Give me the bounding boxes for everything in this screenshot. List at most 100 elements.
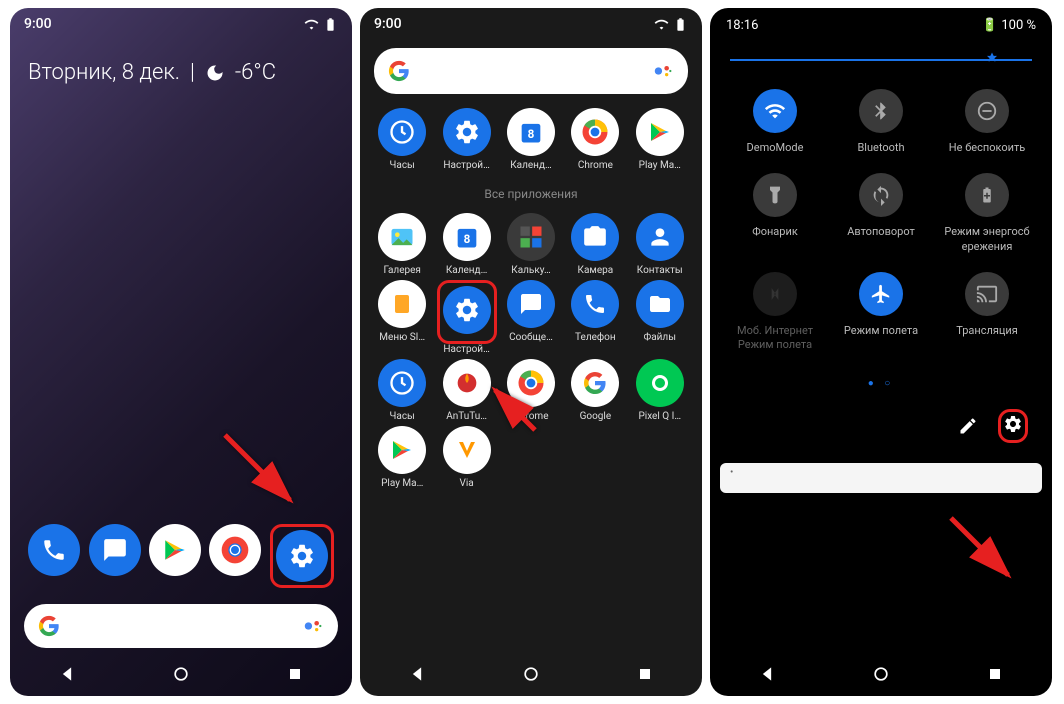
- app-кальку[interactable]: Кальку…: [500, 213, 562, 276]
- google-icon: [38, 615, 60, 637]
- app-часы[interactable]: Часы: [371, 359, 433, 422]
- assistant-icon[interactable]: [302, 615, 324, 637]
- nav-back[interactable]: [57, 664, 77, 684]
- dock-phone[interactable]: [28, 524, 80, 576]
- clock-icon: [378, 108, 426, 156]
- search-bar[interactable]: [24, 604, 338, 648]
- app-google[interactable]: Google: [564, 359, 626, 422]
- qs-label: Фонарик: [752, 225, 798, 239]
- app-label: Google: [580, 411, 612, 422]
- app-галерея[interactable]: Галерея: [371, 213, 433, 276]
- dock-chrome[interactable]: [209, 524, 261, 576]
- app-настрой[interactable]: Настрой…: [436, 280, 498, 355]
- settings-icon: [443, 286, 491, 334]
- via-icon: [443, 426, 491, 474]
- app-календ[interactable]: 8Календ…: [500, 108, 562, 171]
- status-icons: [304, 17, 338, 32]
- settings-highlight-3: [998, 409, 1028, 443]
- app-row: Галерея8Календ…Кальку… Камера Контакты: [360, 213, 702, 276]
- nav-recent[interactable]: [985, 664, 1005, 684]
- app-row: Меню SI…Настрой…Сообще… Телефон Файлы: [360, 280, 702, 355]
- qs-rotate-icon[interactable]: Автоповорот: [831, 173, 931, 254]
- nav-back[interactable]: [757, 664, 777, 684]
- app-менюsi[interactable]: Меню SI…: [371, 280, 433, 355]
- qs-battery-saver-icon[interactable]: Режим энергосб ережения: [937, 173, 1037, 254]
- qs-bluetooth-icon[interactable]: Bluetooth: [831, 89, 931, 155]
- app-label: Via: [459, 478, 473, 489]
- dock-settings[interactable]: [276, 530, 328, 582]
- nav-home[interactable]: [521, 664, 541, 684]
- app-контакты[interactable]: Контакты: [629, 213, 691, 276]
- flashlight-icon: [753, 173, 797, 217]
- annotation-arrow-2: [485, 380, 545, 444]
- qs-wifi-icon[interactable]: DemoMode: [725, 89, 825, 155]
- all-apps-grid: Галерея8Календ…Кальку…КамераКонтактыМеню…: [360, 213, 702, 489]
- app-label: Камера: [578, 265, 614, 276]
- dock-play-store[interactable]: [149, 524, 201, 576]
- phone-icon: [571, 280, 619, 328]
- app-label: Часы: [390, 160, 415, 171]
- nav-recent[interactable]: [635, 664, 655, 684]
- app-playма[interactable]: Play Ма…: [371, 426, 433, 489]
- battery-saver-icon: [965, 173, 1009, 217]
- app-камера[interactable]: Камера: [564, 213, 626, 276]
- app-playма[interactable]: Play Ма…: [629, 108, 691, 171]
- status-time: 18:16: [726, 18, 758, 33]
- app-телефон[interactable]: Телефон: [564, 280, 626, 355]
- rotate-icon: [859, 173, 903, 217]
- app-календ[interactable]: 8Календ…: [436, 213, 498, 276]
- settings-highlight-2: [437, 280, 497, 344]
- app-label: Телефон: [575, 332, 616, 343]
- app-настрой[interactable]: Настрой…: [436, 108, 498, 171]
- brightness-icon: [982, 50, 1002, 70]
- qs-data-icon[interactable]: Моб. Интернет Режим полета: [725, 272, 825, 353]
- qs-label: Трансляция: [956, 324, 1018, 338]
- wifi-icon: [304, 17, 319, 32]
- messages-icon: [507, 280, 555, 328]
- play-store-icon: [636, 108, 684, 156]
- qs-label: Не беспокоить: [949, 141, 1025, 155]
- nav-recent[interactable]: [285, 664, 305, 684]
- files-icon: [636, 280, 684, 328]
- qs-label: DemoMode: [747, 141, 804, 155]
- qs-row: Фонарик Автоповорот Режим энергосб ережени…: [710, 173, 1052, 254]
- antutu-icon: [443, 359, 491, 407]
- airplane-icon: [859, 272, 903, 316]
- moon-icon: [205, 63, 225, 83]
- app-сообще[interactable]: Сообще…: [500, 280, 562, 355]
- nav-home[interactable]: [871, 664, 891, 684]
- nav-back[interactable]: [407, 664, 427, 684]
- app-pixelqi[interactable]: Pixel Q I…: [629, 359, 691, 422]
- app-label: Календ…: [446, 265, 487, 276]
- app-часы[interactable]: Часы: [371, 108, 433, 171]
- app-label: Календ…: [510, 160, 551, 171]
- nav-home[interactable]: [171, 664, 191, 684]
- notification-card[interactable]: •: [720, 463, 1042, 493]
- statusbar: 18:16 🔋 100 %: [710, 8, 1052, 43]
- qs-flashlight-icon[interactable]: Фонарик: [725, 173, 825, 254]
- search-bar[interactable]: [374, 48, 688, 94]
- contacts-icon: [636, 213, 684, 261]
- status-icons: [654, 17, 688, 32]
- favorites-row: Часы Настрой…8Календ…ChromePlay Ма…: [360, 108, 702, 171]
- qs-cast-icon[interactable]: Трансляция: [937, 272, 1037, 353]
- qs-grid: DemoMode Bluetooth Не беспокоить Фонарик Авт…: [710, 89, 1052, 352]
- phone-home-screen: 9:00 Вторник, 8 дек. | -6°C: [10, 8, 352, 696]
- qs-airplane-icon[interactable]: Режим полета: [831, 272, 931, 353]
- date-text: Вторник, 8 дек.: [28, 60, 180, 85]
- settings-icon[interactable]: [1003, 414, 1023, 434]
- pixel-icon: [636, 359, 684, 407]
- dock-messages[interactable]: [89, 524, 141, 576]
- app-label: Часы: [390, 411, 415, 422]
- assistant-icon[interactable]: [652, 60, 674, 82]
- app-chrome[interactable]: Chrome: [564, 108, 626, 171]
- qs-label: Автоповорот: [847, 225, 915, 239]
- edit-icon[interactable]: [958, 416, 978, 436]
- settings-icon: [443, 108, 491, 156]
- battery-icon: [323, 17, 338, 32]
- google-icon: [571, 359, 619, 407]
- qs-dnd-icon[interactable]: Не беспокоить: [937, 89, 1037, 155]
- date-weather-widget[interactable]: Вторник, 8 дек. | -6°C: [10, 40, 352, 105]
- brightness-slider[interactable]: [730, 59, 1032, 61]
- app-файлы[interactable]: Файлы: [629, 280, 691, 355]
